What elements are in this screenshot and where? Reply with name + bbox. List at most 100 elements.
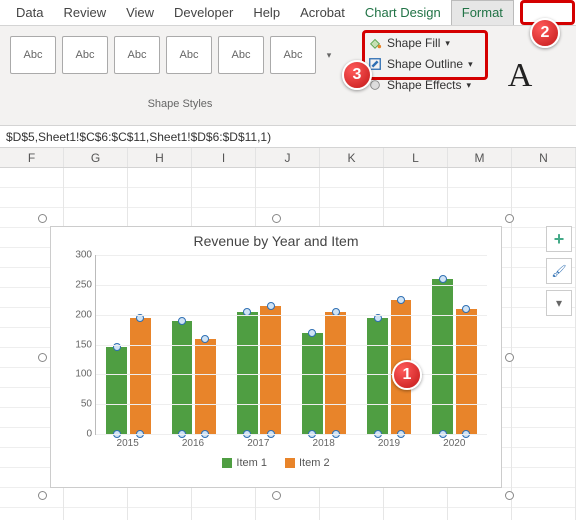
callout-badge-3: 3 <box>342 60 372 90</box>
tab-acrobat[interactable]: Acrobat <box>290 1 355 25</box>
bar-item2[interactable] <box>325 312 346 434</box>
callout-badge-1: 1 <box>392 360 422 390</box>
series-selection-point[interactable] <box>308 329 316 337</box>
chart-gridline <box>96 374 487 375</box>
brush-icon: 🖌 <box>551 264 566 278</box>
chart-x-axis: 201520162017201820192020 <box>95 435 487 449</box>
x-axis-tick-label: 2017 <box>226 435 291 449</box>
chevron-down-icon: ▾ <box>467 80 472 91</box>
shape-outline-label: Shape Outline <box>387 57 463 71</box>
chart-filters-button[interactable]: ▾ <box>546 290 572 316</box>
tab-developer[interactable]: Developer <box>164 1 243 25</box>
col-header[interactable]: G <box>64 148 128 167</box>
selection-handle[interactable] <box>272 214 281 223</box>
series-selection-point[interactable] <box>439 275 447 283</box>
y-axis-tick-label: 100 <box>62 369 92 380</box>
bar-item1[interactable] <box>302 333 323 434</box>
series-selection-point[interactable] <box>462 305 470 313</box>
chart-legend[interactable]: Item 1 Item 2 <box>51 449 501 469</box>
bucket-icon <box>368 36 382 50</box>
chart-gridline <box>96 255 487 256</box>
y-axis-tick-label: 0 <box>62 429 92 440</box>
selection-handle[interactable] <box>38 491 47 500</box>
legend-label: Item 1 <box>236 457 267 469</box>
series-selection-point[interactable] <box>267 302 275 310</box>
shape-style-swatch[interactable]: Abc <box>10 36 56 74</box>
shape-style-swatch[interactable]: Abc <box>166 36 212 74</box>
chart[interactable]: Revenue by Year and Item 050100150200250… <box>50 226 502 488</box>
legend-item-1[interactable]: Item 1 <box>222 457 267 469</box>
wordart-glyph: A <box>508 57 533 95</box>
column-headers: F G H I J K L M N <box>0 148 576 168</box>
legend-swatch-icon <box>285 458 295 468</box>
shape-fill-button[interactable]: Shape Fill ▾ <box>364 34 486 52</box>
col-header[interactable]: I <box>192 148 256 167</box>
chart-object[interactable]: Revenue by Year and Item 050100150200250… <box>42 218 510 496</box>
formula-bar[interactable]: $D$5,Sheet1!$C$6:$C$11,Sheet1!$D$6:$D$11… <box>0 126 576 148</box>
bar-item1[interactable] <box>106 347 127 434</box>
chart-elements-button[interactable]: + <box>546 226 572 252</box>
shape-style-swatches: Abc Abc Abc Abc Abc Abc ▾ <box>0 26 360 78</box>
group-label-shape-styles: Shape Styles <box>0 98 360 110</box>
ribbon-body: Abc Abc Abc Abc Abc Abc ▾ Shape Styles S… <box>0 26 576 126</box>
series-selection-point[interactable] <box>178 317 186 325</box>
shape-style-swatch[interactable]: Abc <box>114 36 160 74</box>
shape-effects-label: Shape Effects <box>387 78 462 92</box>
shape-effects-button[interactable]: Shape Effects ▾ <box>364 76 486 94</box>
col-header[interactable]: K <box>320 148 384 167</box>
selection-handle[interactable] <box>38 353 47 362</box>
x-axis-tick-label: 2018 <box>291 435 356 449</box>
tab-view[interactable]: View <box>116 1 164 25</box>
y-axis-tick-label: 150 <box>62 339 92 350</box>
chart-title[interactable]: Revenue by Year and Item <box>51 227 501 251</box>
callout-badge-2: 2 <box>530 18 560 48</box>
chart-plot-area[interactable]: 050100150200250300 <box>95 255 487 435</box>
series-selection-point[interactable] <box>201 335 209 343</box>
bar-item2[interactable] <box>260 306 281 434</box>
y-axis-tick-label: 250 <box>62 279 92 290</box>
bar-item2[interactable] <box>130 318 151 434</box>
selection-handle[interactable] <box>505 214 514 223</box>
series-selection-point[interactable] <box>397 296 405 304</box>
tab-format[interactable]: Format <box>451 0 514 25</box>
col-header[interactable]: H <box>128 148 192 167</box>
tab-review[interactable]: Review <box>53 1 116 25</box>
legend-item-2[interactable]: Item 2 <box>285 457 330 469</box>
chevron-down-icon[interactable]: ▾ <box>327 50 332 61</box>
bar-item2[interactable] <box>195 339 216 434</box>
cell-grid[interactable]: Revenue by Year and Item 050100150200250… <box>0 168 576 520</box>
x-axis-tick-label: 2015 <box>95 435 160 449</box>
bar-item2[interactable] <box>456 309 477 434</box>
tab-chart-design[interactable]: Chart Design <box>355 1 451 25</box>
tab-data[interactable]: Data <box>6 1 53 25</box>
selection-handle[interactable] <box>505 491 514 500</box>
shape-style-swatch[interactable]: Abc <box>218 36 264 74</box>
bar-item1[interactable] <box>172 321 193 434</box>
plus-icon: + <box>554 229 565 250</box>
bar-item1[interactable] <box>367 318 388 434</box>
worksheet: F G H I J K L M N Revenue by Year and It… <box>0 148 576 520</box>
col-header[interactable]: N <box>512 148 576 167</box>
col-header[interactable]: J <box>256 148 320 167</box>
selection-handle[interactable] <box>38 214 47 223</box>
shape-style-swatch[interactable]: Abc <box>62 36 108 74</box>
x-axis-tick-label: 2019 <box>356 435 421 449</box>
tab-help[interactable]: Help <box>243 1 290 25</box>
selection-handle[interactable] <box>505 353 514 362</box>
shape-style-swatch[interactable]: Abc <box>270 36 316 74</box>
bar-item1[interactable] <box>432 279 453 434</box>
legend-swatch-icon <box>222 458 232 468</box>
bar-item1[interactable] <box>237 312 258 434</box>
chart-styles-button[interactable]: 🖌 <box>546 258 572 284</box>
chart-gridline <box>96 315 487 316</box>
y-axis-tick-label: 50 <box>62 399 92 410</box>
col-header[interactable]: M <box>448 148 512 167</box>
legend-label: Item 2 <box>299 457 330 469</box>
funnel-icon: ▾ <box>556 296 562 310</box>
col-header[interactable]: F <box>0 148 64 167</box>
chart-gridline <box>96 345 487 346</box>
shape-outline-button[interactable]: Shape Outline ▾ <box>364 55 486 73</box>
chevron-down-icon: ▾ <box>445 38 450 49</box>
selection-handle[interactable] <box>272 491 281 500</box>
col-header[interactable]: L <box>384 148 448 167</box>
